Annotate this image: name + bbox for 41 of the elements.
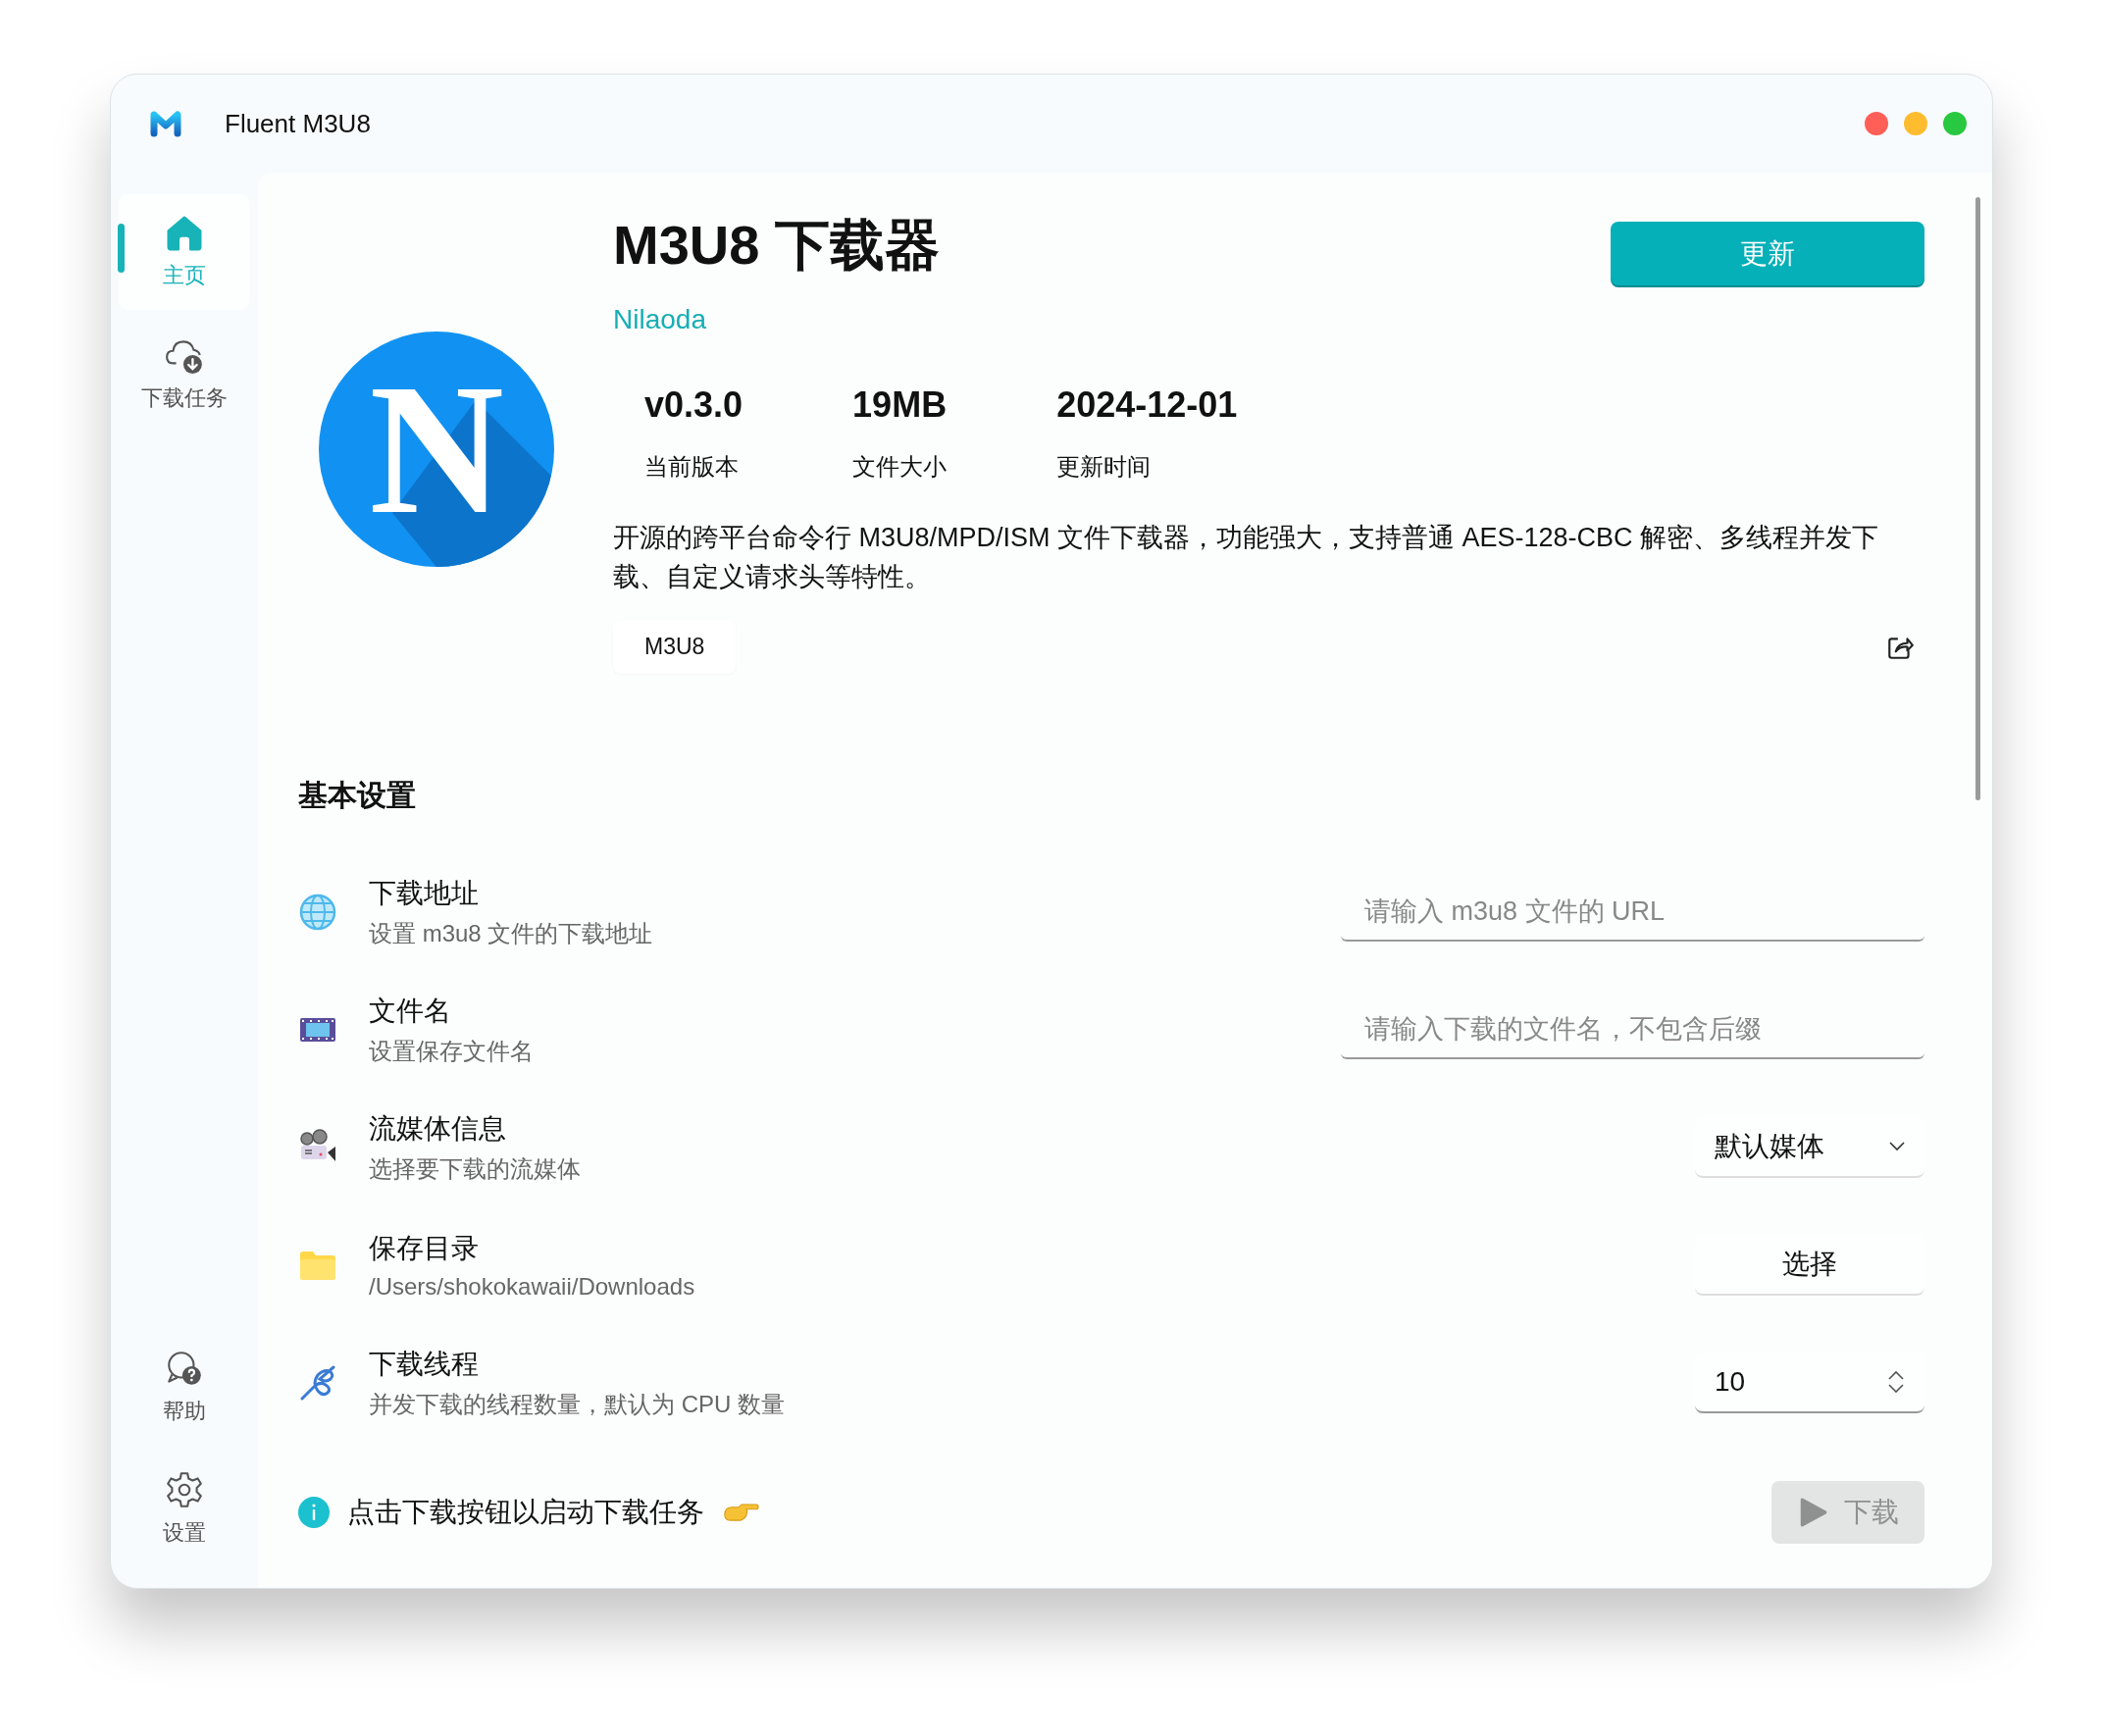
scrollbar[interactable] (1975, 197, 1980, 800)
section-title: 基本设置 (298, 778, 417, 814)
setting-description: 设置 m3u8 文件的下载地址 (369, 919, 654, 949)
selection-indicator (118, 224, 125, 273)
app-logo: N (319, 332, 554, 567)
globe-icon (298, 893, 337, 933)
setting-title: 下载地址 (369, 877, 480, 911)
setting-description: 并发下载的线程数量，默认为 CPU 数量 (369, 1390, 786, 1420)
setting-description: 选择要下载的流媒体 (369, 1154, 582, 1185)
setting-title: 下载线程 (369, 1348, 480, 1382)
setting-title: 保存目录 (369, 1232, 480, 1266)
close-button[interactable] (1865, 112, 1888, 135)
up-down-arrows-icon[interactable] (1887, 1369, 1905, 1396)
stat-label: 文件大小 (852, 452, 948, 483)
chevron-down-icon (1889, 1142, 1905, 1152)
setting-title: 流媒体信息 (369, 1112, 507, 1147)
nav-item[interactable]: 帮助 (119, 1329, 250, 1445)
stat-label: 更新时间 (1056, 452, 1153, 483)
nav-item[interactable]: 设置 (119, 1451, 250, 1566)
setting-description: 设置保存文件名 (369, 1037, 535, 1067)
maximize-button[interactable] (1943, 112, 1967, 135)
setting-title: 文件名 (369, 995, 452, 1029)
settings-icon (164, 1469, 205, 1510)
stat-value: 19MB (852, 384, 948, 427)
app-name: M3U8 下载器 (613, 213, 940, 278)
minimize-button[interactable] (1904, 112, 1927, 135)
stat-value: v0.3.0 (644, 384, 744, 427)
window-title: Fluent M3U8 (225, 108, 371, 139)
nav-item[interactable]: 下载任务 (119, 316, 250, 432)
setting-description: /Users/shokokawaii/Downloads (369, 1273, 696, 1302)
input-field[interactable]: 请输入 m3u8 文件的 URL (1341, 883, 1924, 943)
tag[interactable]: M3U8 (613, 620, 737, 675)
home-icon (165, 214, 204, 253)
hint-text: 点击下载按钮以启动下载任务 (347, 1496, 704, 1530)
input-field[interactable]: 请输入下载的文件名，不包含后缀 (1341, 1000, 1924, 1060)
stat-label: 当前版本 (644, 452, 740, 483)
pointing-hand-icon (722, 1501, 759, 1524)
app-description: 开源的跨平台命令行 M3U8/MPD/ISM 文件下载器，功能强大，支持普通 AES-128-CBC 解密、多线程并发下载、自定义请求头等特性。 (613, 522, 1880, 594)
stat-value: 2024-12-01 (1056, 384, 1238, 427)
info-icon (298, 1497, 330, 1529)
app-logo-icon (150, 110, 181, 137)
